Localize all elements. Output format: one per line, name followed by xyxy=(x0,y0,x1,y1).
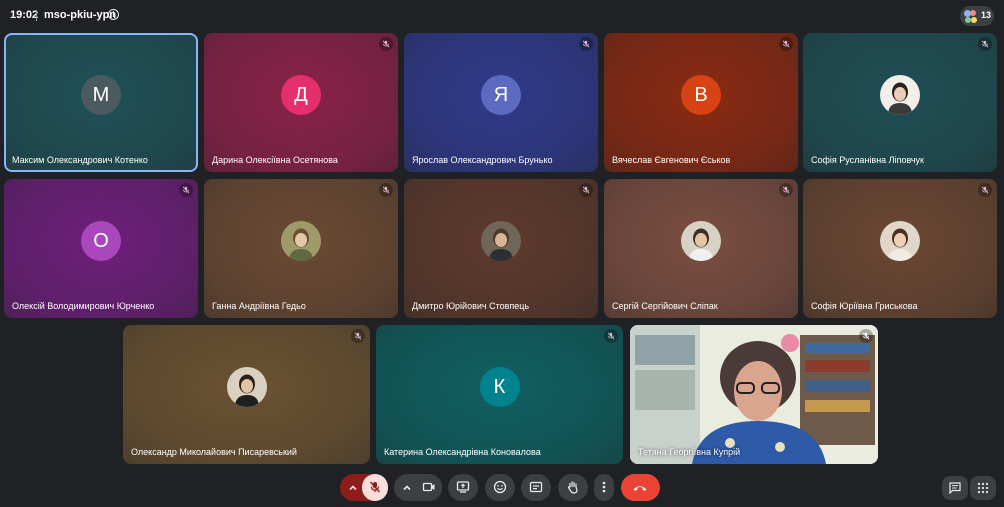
mic-off-icon[interactable] xyxy=(362,474,388,501)
participant-tile[interactable]: В Вячеслав Євгенович Єськов xyxy=(604,33,798,172)
top-bar: 19:02 mso-pkiu-ypn i 13 xyxy=(0,0,1004,32)
mic-off-icon xyxy=(779,183,793,197)
participant-tile[interactable]: К Катерина Олександрівна Коновалова xyxy=(376,325,623,464)
present-button[interactable] xyxy=(448,474,478,501)
participant-tile[interactable]: Софія Юріївна Гриськова xyxy=(803,179,997,318)
participant-photo xyxy=(481,220,521,261)
participant-name: Максим Олександрович Котенко xyxy=(12,155,148,165)
participant-avatar: М xyxy=(81,74,121,115)
camera-button-group xyxy=(394,474,442,501)
videocam-icon[interactable] xyxy=(416,474,442,501)
participant-name: Дмитро Юрійович Стовпець xyxy=(412,301,530,311)
participant-photo xyxy=(681,220,721,261)
mic-button-group xyxy=(340,474,388,501)
participant-photo xyxy=(226,366,267,407)
participant-avatar: К xyxy=(479,366,520,407)
participant-avatar: Я xyxy=(481,74,521,115)
participant-avatar xyxy=(970,10,976,16)
participants-button[interactable]: 13 xyxy=(960,6,994,26)
participant-name: Софія Юріївна Гриськова xyxy=(811,301,918,311)
participant-tile[interactable]: О Олексій Володимирович Юрченко xyxy=(4,179,198,318)
chevron-up-icon[interactable] xyxy=(402,483,412,493)
participant-count: 13 xyxy=(981,10,992,20)
participant-name: Сергій Сергійович Сліпак xyxy=(612,301,718,311)
participant-tile[interactable]: Олександр Миколайович Писаревський xyxy=(123,325,370,464)
mic-off-icon xyxy=(179,183,193,197)
mic-off-icon xyxy=(604,329,618,343)
participant-name: Ганна Андріївна Гедьо xyxy=(212,301,306,311)
meeting-time: 19:02 xyxy=(10,9,39,21)
mic-off-icon xyxy=(579,37,593,51)
participant-tile[interactable]: Софія Русланівна Ліповчук xyxy=(803,33,997,172)
participant-name: Катерина Олександрівна Коновалова xyxy=(384,447,541,457)
activities-button[interactable] xyxy=(970,476,996,500)
participant-tile[interactable]: М Максим Олександрович Котенко xyxy=(4,33,198,172)
participant-name: Софія Русланівна Ліповчук xyxy=(811,155,924,165)
participant-avatar: Д xyxy=(281,74,321,115)
mic-off-icon xyxy=(351,329,365,343)
chat-button[interactable] xyxy=(942,476,968,500)
mic-off-icon xyxy=(579,183,593,197)
participant-photo xyxy=(880,74,920,115)
raise-hand-button[interactable] xyxy=(558,474,588,501)
participant-avatar xyxy=(971,17,977,23)
participant-name: Олексій Володимирович Юрченко xyxy=(12,301,155,311)
participant-name: Тетяна Георгіївна Купрій xyxy=(638,447,741,457)
participant-avatar: В xyxy=(681,74,721,115)
participant-name: Дарина Олексіївна Осетянова xyxy=(212,155,338,165)
mic-off-icon xyxy=(379,183,393,197)
mic-off-icon xyxy=(379,37,393,51)
leave-call-button[interactable] xyxy=(621,474,660,501)
mic-off-icon xyxy=(859,329,873,343)
participant-tile[interactable]: Ганна Андріївна Гедьо xyxy=(204,179,398,318)
camera-feed xyxy=(630,325,878,464)
participant-photo xyxy=(281,220,321,261)
participant-avatar: О xyxy=(81,220,121,261)
participant-photo xyxy=(880,220,920,261)
divider xyxy=(36,10,37,21)
participant-tile[interactable]: Я Ярослав Олександрович Брунько xyxy=(404,33,598,172)
more-options-button[interactable] xyxy=(594,474,614,501)
participant-tile[interactable]: Сергій Сергійович Сліпак xyxy=(604,179,798,318)
participant-tile[interactable]: Дмитро Юрійович Стовпець xyxy=(404,179,598,318)
info-icon[interactable]: i xyxy=(108,9,119,20)
captions-button[interactable] xyxy=(521,474,551,501)
meeting-code: mso-pkiu-ypn xyxy=(44,9,117,21)
participant-tile[interactable]: Д Дарина Олексіївна Осетянова xyxy=(204,33,398,172)
emoji-button[interactable] xyxy=(485,474,515,501)
participant-name: Олександр Миколайович Писаревський xyxy=(131,447,297,457)
chevron-up-icon[interactable] xyxy=(348,483,358,493)
mic-off-icon xyxy=(978,183,992,197)
mic-off-icon xyxy=(779,37,793,51)
self-video-tile[interactable]: Тетяна Георгіївна Купрій xyxy=(630,325,878,464)
mic-off-icon xyxy=(978,37,992,51)
participant-name: Вячеслав Євгенович Єськов xyxy=(612,155,731,165)
participant-name: Ярослав Олександрович Брунько xyxy=(412,155,553,165)
